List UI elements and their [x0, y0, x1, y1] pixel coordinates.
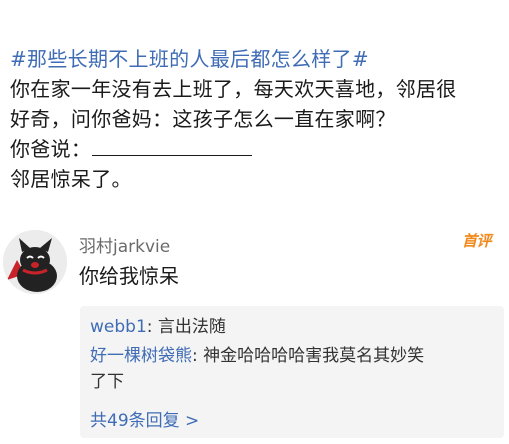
- reply-text: 神金哈哈哈哈害我莫名其妙笑: [203, 346, 425, 366]
- comment-username[interactable]: 羽村jarkvie: [79, 232, 170, 257]
- post-text-line-4: 邻居惊呆了。: [10, 167, 132, 191]
- avatar-image: [3, 230, 67, 294]
- post-text-line-2: 好奇，问你爸妈：这孩子怎么一直在家啊？: [10, 107, 396, 131]
- view-all-replies-link[interactable]: 共49条回复 >: [90, 406, 199, 431]
- reply-item: webb1: 言出法随: [90, 314, 226, 340]
- reply-username[interactable]: 好一棵树袋熊: [90, 346, 192, 366]
- reply-username[interactable]: webb1: [90, 317, 147, 337]
- black-cat-avatar-icon[interactable]: [3, 230, 67, 294]
- post-text-line-3: 你爸说：: [10, 134, 505, 164]
- post-text-line-1: 你在家一年没有去上班了，每天欢天喜地，邻居很: [10, 77, 457, 101]
- first-comment-badge: 首评: [462, 232, 492, 250]
- comment: 羽村jarkvie 首评 你给我惊呆 webb1: 言出法随 好一棵树袋熊: 神…: [0, 220, 509, 444]
- post-body: #那些长期不上班的人最后都怎么样了# 你在家一年没有去上班了，每天欢天喜地，邻居…: [10, 44, 505, 194]
- post-hashtag[interactable]: #那些长期不上班的人最后都怎么样了#: [10, 44, 505, 74]
- reply-item: 好一棵树袋熊: 神金哈哈哈哈害我莫名其妙笑: [90, 343, 424, 369]
- reply-box[interactable]: webb1: 言出法随 好一棵树袋熊: 神金哈哈哈哈害我莫名其妙笑 了下 共49…: [80, 306, 504, 438]
- reply-separator: :: [146, 317, 158, 337]
- reply-text: 言出法随: [157, 317, 226, 337]
- reply-item-continuation: 了下: [90, 372, 124, 392]
- comment-text: 你给我惊呆: [79, 264, 179, 288]
- fill-in-blank: [92, 137, 253, 156]
- post-text-line-3-prefix: 你爸说：: [10, 137, 92, 161]
- reply-separator: :: [192, 346, 204, 366]
